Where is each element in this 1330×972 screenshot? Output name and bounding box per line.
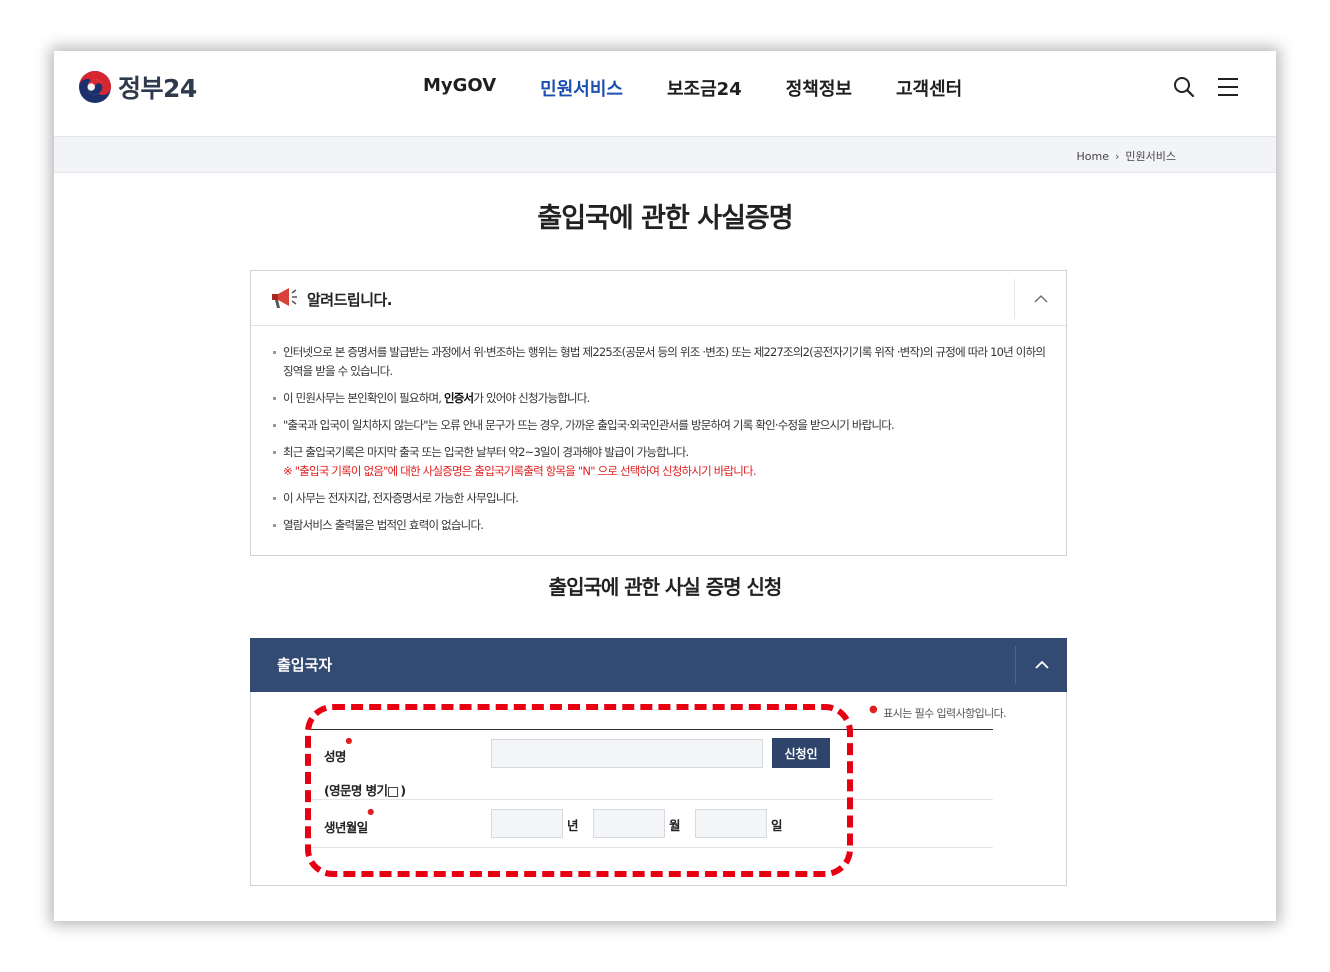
required-dot-icon: ● <box>345 736 352 745</box>
notice-title: 알려드립니다. <box>307 291 393 309</box>
notice-item: "출국과 입국이 일치하지 않는다"는 오류 안내 문구가 뜨는 경우, 가까운… <box>273 416 1053 435</box>
main-nav: MyGOV 민원서비스 보조금24 정책정보 고객센터 <box>423 75 962 101</box>
notice-text: 이 민원사무는 본인확인이 필요하며, <box>283 391 444 405</box>
applicant-form: 출입국자 ● 표시는 필수 입력사항입니다. 성명 ● 신청인 (영문명 병기) 생… <box>250 638 1067 886</box>
english-name-label-text: (영문명 병기 <box>324 783 388 798</box>
notice-item: 열람서비스 출력물은 법적인 효력이 없습니다. <box>273 516 1053 535</box>
section-title: 출입국에 관한 사실 증명 신청 <box>548 575 783 599</box>
breadcrumb-home[interactable]: Home <box>1077 150 1109 163</box>
breadcrumb-bar: Home › 민원서비스 <box>54 136 1276 173</box>
notice-text: 최근 출입국기록은 마지막 출국 또는 입국한 날부터 약2~3일이 경과해야 … <box>283 445 689 459</box>
birthdate-label-text: 생년월일 <box>324 820 368 835</box>
breadcrumb-current[interactable]: 민원서비스 <box>1125 148 1176 164</box>
notice-item: 인터넷으로 본 증명서를 발급받는 과정에서 위·변조하는 행위는 형법 제22… <box>273 343 1053 381</box>
notice-text: "출국과 입국이 일치하지 않는다"는 오류 안내 문구가 뜨는 경우, 가까운… <box>283 418 895 432</box>
english-name-label-close: ) <box>400 783 406 798</box>
breadcrumb: Home › 민원서비스 <box>1077 148 1177 164</box>
required-dot-icon: ● <box>367 807 374 816</box>
row-divider <box>311 847 993 848</box>
site-header: 정부24 MyGOV 민원서비스 보조금24 정책정보 고객센터 <box>54 51 1276 136</box>
required-dot-icon: ● <box>869 704 878 715</box>
taegeuk-logo-icon <box>79 71 111 103</box>
megaphone-icon <box>272 288 297 308</box>
chevron-right-icon: › <box>1114 149 1120 163</box>
form-section-title: 출입국자 <box>277 656 333 674</box>
row-divider <box>311 799 993 800</box>
month-unit: 월 <box>669 818 681 833</box>
birth-day-input[interactable] <box>695 809 767 838</box>
notice-collapse-button[interactable] <box>1014 279 1066 319</box>
notice-text: 열람서비스 출력물은 법적인 효력이 없습니다. <box>283 518 484 532</box>
search-icon[interactable] <box>1172 75 1196 99</box>
name-input[interactable] <box>491 739 763 768</box>
year-unit: 년 <box>567 818 579 833</box>
notice-item: 이 민원사무는 본인확인이 필요하며, 인증서가 있어야 신청가능합니다. <box>273 389 1053 408</box>
nav-subsidy[interactable]: 보조금24 <box>667 75 742 101</box>
chevron-up-icon <box>1034 295 1047 303</box>
notice-list: 인터넷으로 본 증명서를 발급받는 과정에서 위·변조하는 행위는 형법 제22… <box>273 343 1053 543</box>
birth-month-input[interactable] <box>593 809 665 838</box>
logo-text: 정부24 <box>118 74 197 103</box>
form-section-header: 출입국자 <box>250 638 1067 692</box>
name-label-text: 성명 <box>324 749 346 764</box>
browser-page: 정부24 MyGOV 민원서비스 보조금24 정책정보 고객센터 Home › … <box>54 51 1276 921</box>
required-note-text: 표시는 필수 입력사항입니다. <box>883 707 1007 720</box>
notice-text: 가 있어야 신청가능합니다. <box>473 391 590 405</box>
page-title: 출입국에 관한 사실증명 <box>537 203 793 234</box>
hamburger-menu-icon[interactable] <box>1216 75 1240 99</box>
applicant-button[interactable]: 신청인 <box>772 738 830 768</box>
notice-text: 이 사무는 전자지갑, 전자증명서로 가능한 사무입니다. <box>283 491 519 505</box>
english-name-checkbox[interactable] <box>388 786 399 797</box>
notice-header: 알려드립니다. <box>251 271 1066 326</box>
notice-warning-text: ※ "출입국 기록이 없음"에 대한 사실증명은 출입국기록출력 항목을 "N"… <box>283 464 757 478</box>
name-label: 성명 ● <box>324 736 352 765</box>
nav-policy-info[interactable]: 정책정보 <box>786 75 852 101</box>
english-name-label: (영문명 병기) <box>324 780 406 799</box>
notice-box: 알려드립니다. 인터넷으로 본 증명서를 발급받는 과정에서 위·변조하는 행위… <box>250 270 1067 556</box>
birth-year-input[interactable] <box>491 809 563 838</box>
required-note: ● 표시는 필수 입력사항입니다. <box>869 704 1007 721</box>
notice-item: 최근 출입국기록은 마지막 출국 또는 입국한 날부터 약2~3일이 경과해야 … <box>273 443 1053 481</box>
chevron-up-icon <box>1034 661 1049 669</box>
birthdate-label: 생년월일 ● <box>324 807 374 836</box>
nav-civil-service[interactable]: 민원서비스 <box>540 75 623 101</box>
form-collapse-button[interactable] <box>1015 646 1067 684</box>
notice-item: 이 사무는 전자지갑, 전자증명서로 가능한 사무입니다. <box>273 489 1053 508</box>
nav-mygov[interactable]: MyGOV <box>423 75 496 101</box>
notice-text: 인터넷으로 본 증명서를 발급받는 과정에서 위·변조하는 행위는 형법 제22… <box>283 345 1046 378</box>
form-divider <box>311 729 993 730</box>
site-logo[interactable]: 정부24 <box>78 69 197 105</box>
notice-strong-text: 인증서 <box>443 391 474 405</box>
nav-customer-center[interactable]: 고객센터 <box>896 75 962 101</box>
day-unit: 일 <box>771 818 783 833</box>
